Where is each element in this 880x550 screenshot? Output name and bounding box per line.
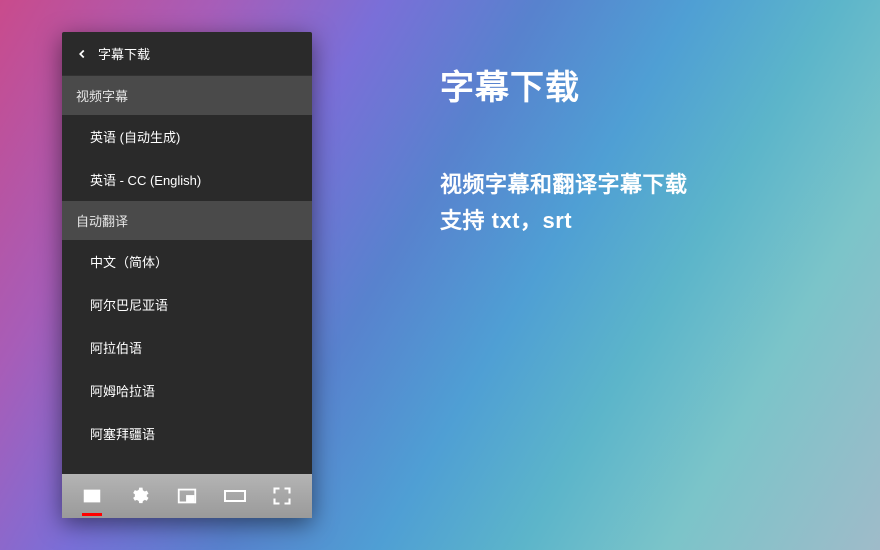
section-header-video-subtitles: 视频字幕 [62, 76, 312, 115]
promo-description: 视频字幕和翻译字幕下载 支持 txt，srt [440, 167, 840, 240]
promo-copy: 字幕下载 视频字幕和翻译字幕下载 支持 txt，srt [440, 60, 840, 240]
theater-icon[interactable] [219, 480, 251, 512]
panel-title: 字幕下载 [98, 44, 150, 63]
promo-title: 字幕下载 [440, 60, 840, 109]
subtitle-option[interactable]: 阿尔巴尼亚语 [62, 283, 312, 326]
subtitle-option[interactable]: 英语 (自动生成) [62, 115, 312, 158]
panel-header[interactable]: 字幕下载 [62, 32, 312, 76]
chevron-left-icon[interactable] [68, 40, 96, 68]
miniplayer-icon[interactable] [171, 480, 203, 512]
subtitle-download-panel: 字幕下载 视频字幕 英语 (自动生成) 英语 - CC (English) 自动… [62, 32, 312, 518]
player-controls-bar [62, 474, 312, 518]
promo-line: 视频字幕和翻译字幕下载 [440, 167, 840, 203]
section-header-auto-translate: 自动翻译 [62, 201, 312, 240]
panel-body: 视频字幕 英语 (自动生成) 英语 - CC (English) 自动翻译 中文… [62, 76, 312, 474]
subtitle-option[interactable]: 阿姆哈拉语 [62, 369, 312, 412]
promo-line: 支持 txt，srt [440, 203, 840, 239]
subtitles-icon[interactable] [76, 480, 108, 512]
subtitle-option[interactable]: 英语 - CC (English) [62, 158, 312, 201]
settings-icon[interactable] [123, 480, 155, 512]
subtitle-option[interactable]: 中文（简体） [62, 240, 312, 283]
fullscreen-icon[interactable] [266, 480, 298, 512]
subtitle-option[interactable]: 阿塞拜疆语 [62, 412, 312, 455]
subtitle-option[interactable]: 阿拉伯语 [62, 326, 312, 369]
